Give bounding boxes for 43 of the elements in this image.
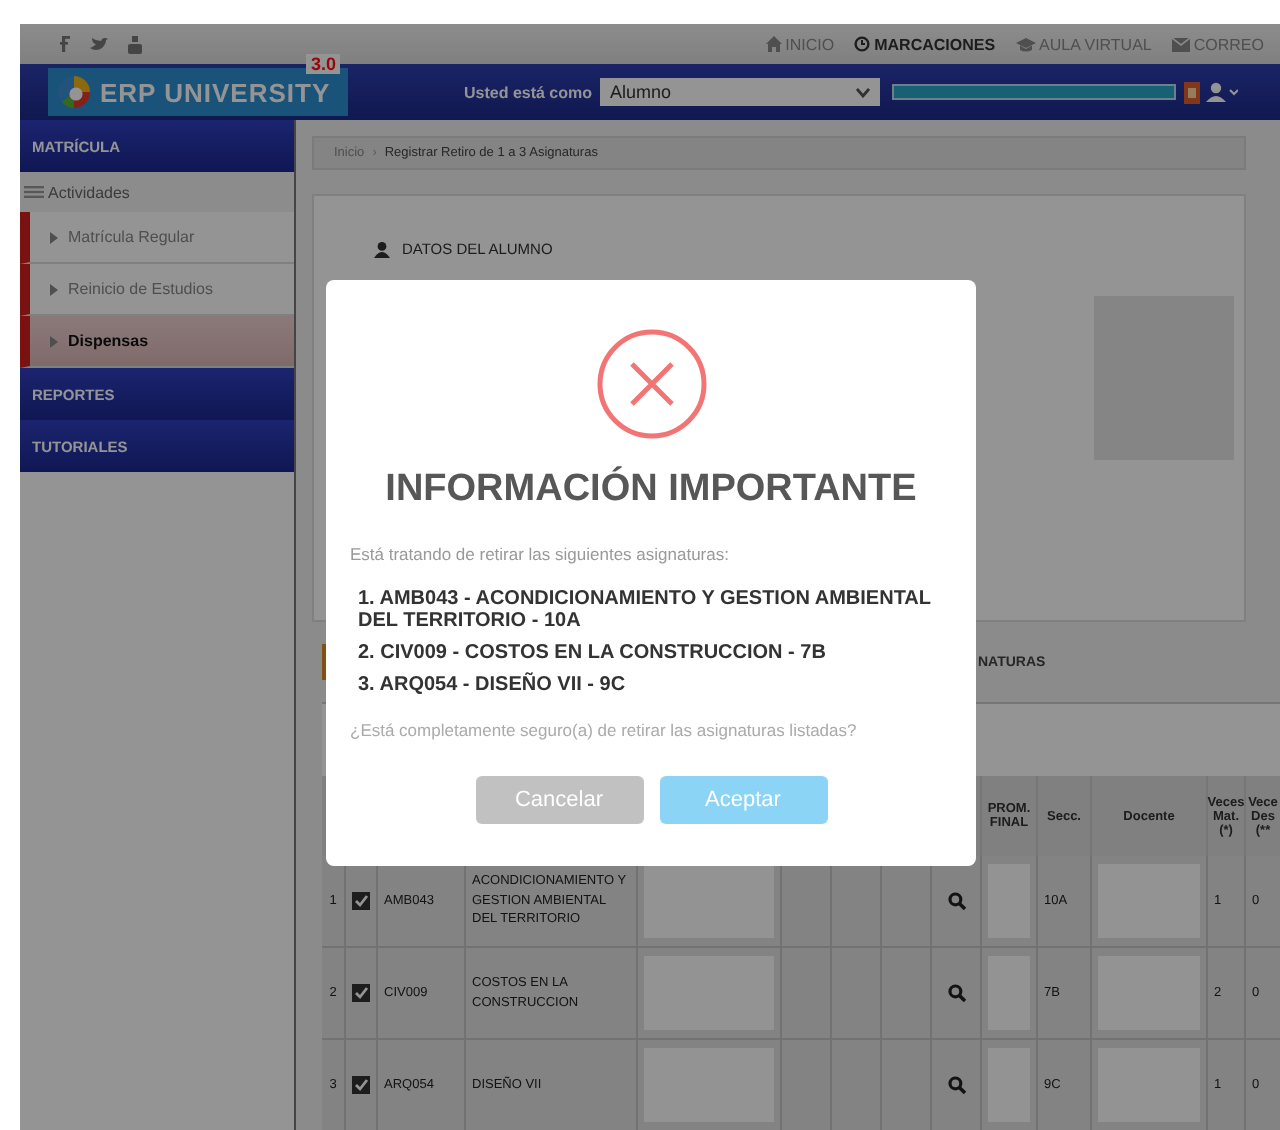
f-icon[interactable]	[60, 36, 70, 52]
dialog-question: ¿Está completamente seguro(a) de retirar las asignaturas listadas?	[350, 720, 857, 740]
role-select[interactable]: Alumno	[600, 78, 881, 106]
user-icon[interactable]	[1206, 82, 1239, 102]
chevron-down-icon	[856, 87, 871, 97]
flag-icon[interactable]	[1184, 81, 1201, 103]
nav-link[interactable]: AULA VIRTUAL	[1015, 35, 1152, 53]
search-icon[interactable]	[947, 984, 965, 1002]
list-icon	[24, 186, 44, 198]
dialog-title: INFORMACIÓN IMPORTANTE	[385, 468, 917, 512]
sidebar-item[interactable]: Dispensas	[20, 316, 294, 368]
course-list-item: 1. AMB043 - ACONDICIONAMIENTO Y GESTION AMBIENTAL DEL TERRITORIO - 10A	[358, 588, 933, 632]
course-list-item: 2. CIV009 - COSTOS EN LA CONSTRUCCION - 7B	[358, 642, 828, 664]
colored-globe-icon	[56, 74, 92, 110]
caret-right-icon	[50, 283, 58, 295]
cancel-button[interactable]: Cancelar	[475, 776, 643, 824]
graduation-cap-icon	[1015, 37, 1036, 51]
bird-icon[interactable]	[90, 37, 108, 51]
search-icon[interactable]	[947, 1076, 965, 1094]
user-icon	[374, 241, 390, 257]
home-icon	[765, 36, 782, 52]
nav-link[interactable]: CORREO	[1171, 35, 1264, 53]
version-badge: 3.0	[306, 54, 340, 74]
nav-link[interactable]: INICIO	[765, 35, 835, 53]
search-icon[interactable]	[947, 892, 965, 910]
caret-right-icon	[50, 231, 58, 243]
error-icon	[595, 328, 707, 440]
sidebar-item[interactable]: Reinicio de Estudios	[20, 264, 294, 316]
role-label: Usted está como	[464, 83, 593, 101]
envelope-icon	[1171, 37, 1190, 51]
clock-icon	[854, 36, 871, 52]
dialog-text: Está tratando de retirar las siguientes asignaturas:	[350, 544, 729, 564]
sidebar-group[interactable]: Actividades	[20, 172, 294, 212]
course-list-item: 3. ARQ054 - DISEÑO VII - 9C	[358, 674, 628, 696]
checkbox[interactable]	[352, 892, 370, 910]
confirm-button[interactable]: Aceptar	[659, 776, 827, 824]
logo-panel[interactable]: ERP UNIVERSITY	[48, 68, 348, 116]
caret-right-icon	[50, 335, 58, 347]
logo-text: ERP UNIVERSITY	[100, 77, 331, 107]
sidebar-item[interactable]: Matrícula Regular	[20, 212, 294, 264]
checkbox[interactable]	[352, 1076, 370, 1094]
checkbox[interactable]	[352, 984, 370, 1002]
nav-link[interactable]: MARCACIONES	[854, 35, 996, 53]
